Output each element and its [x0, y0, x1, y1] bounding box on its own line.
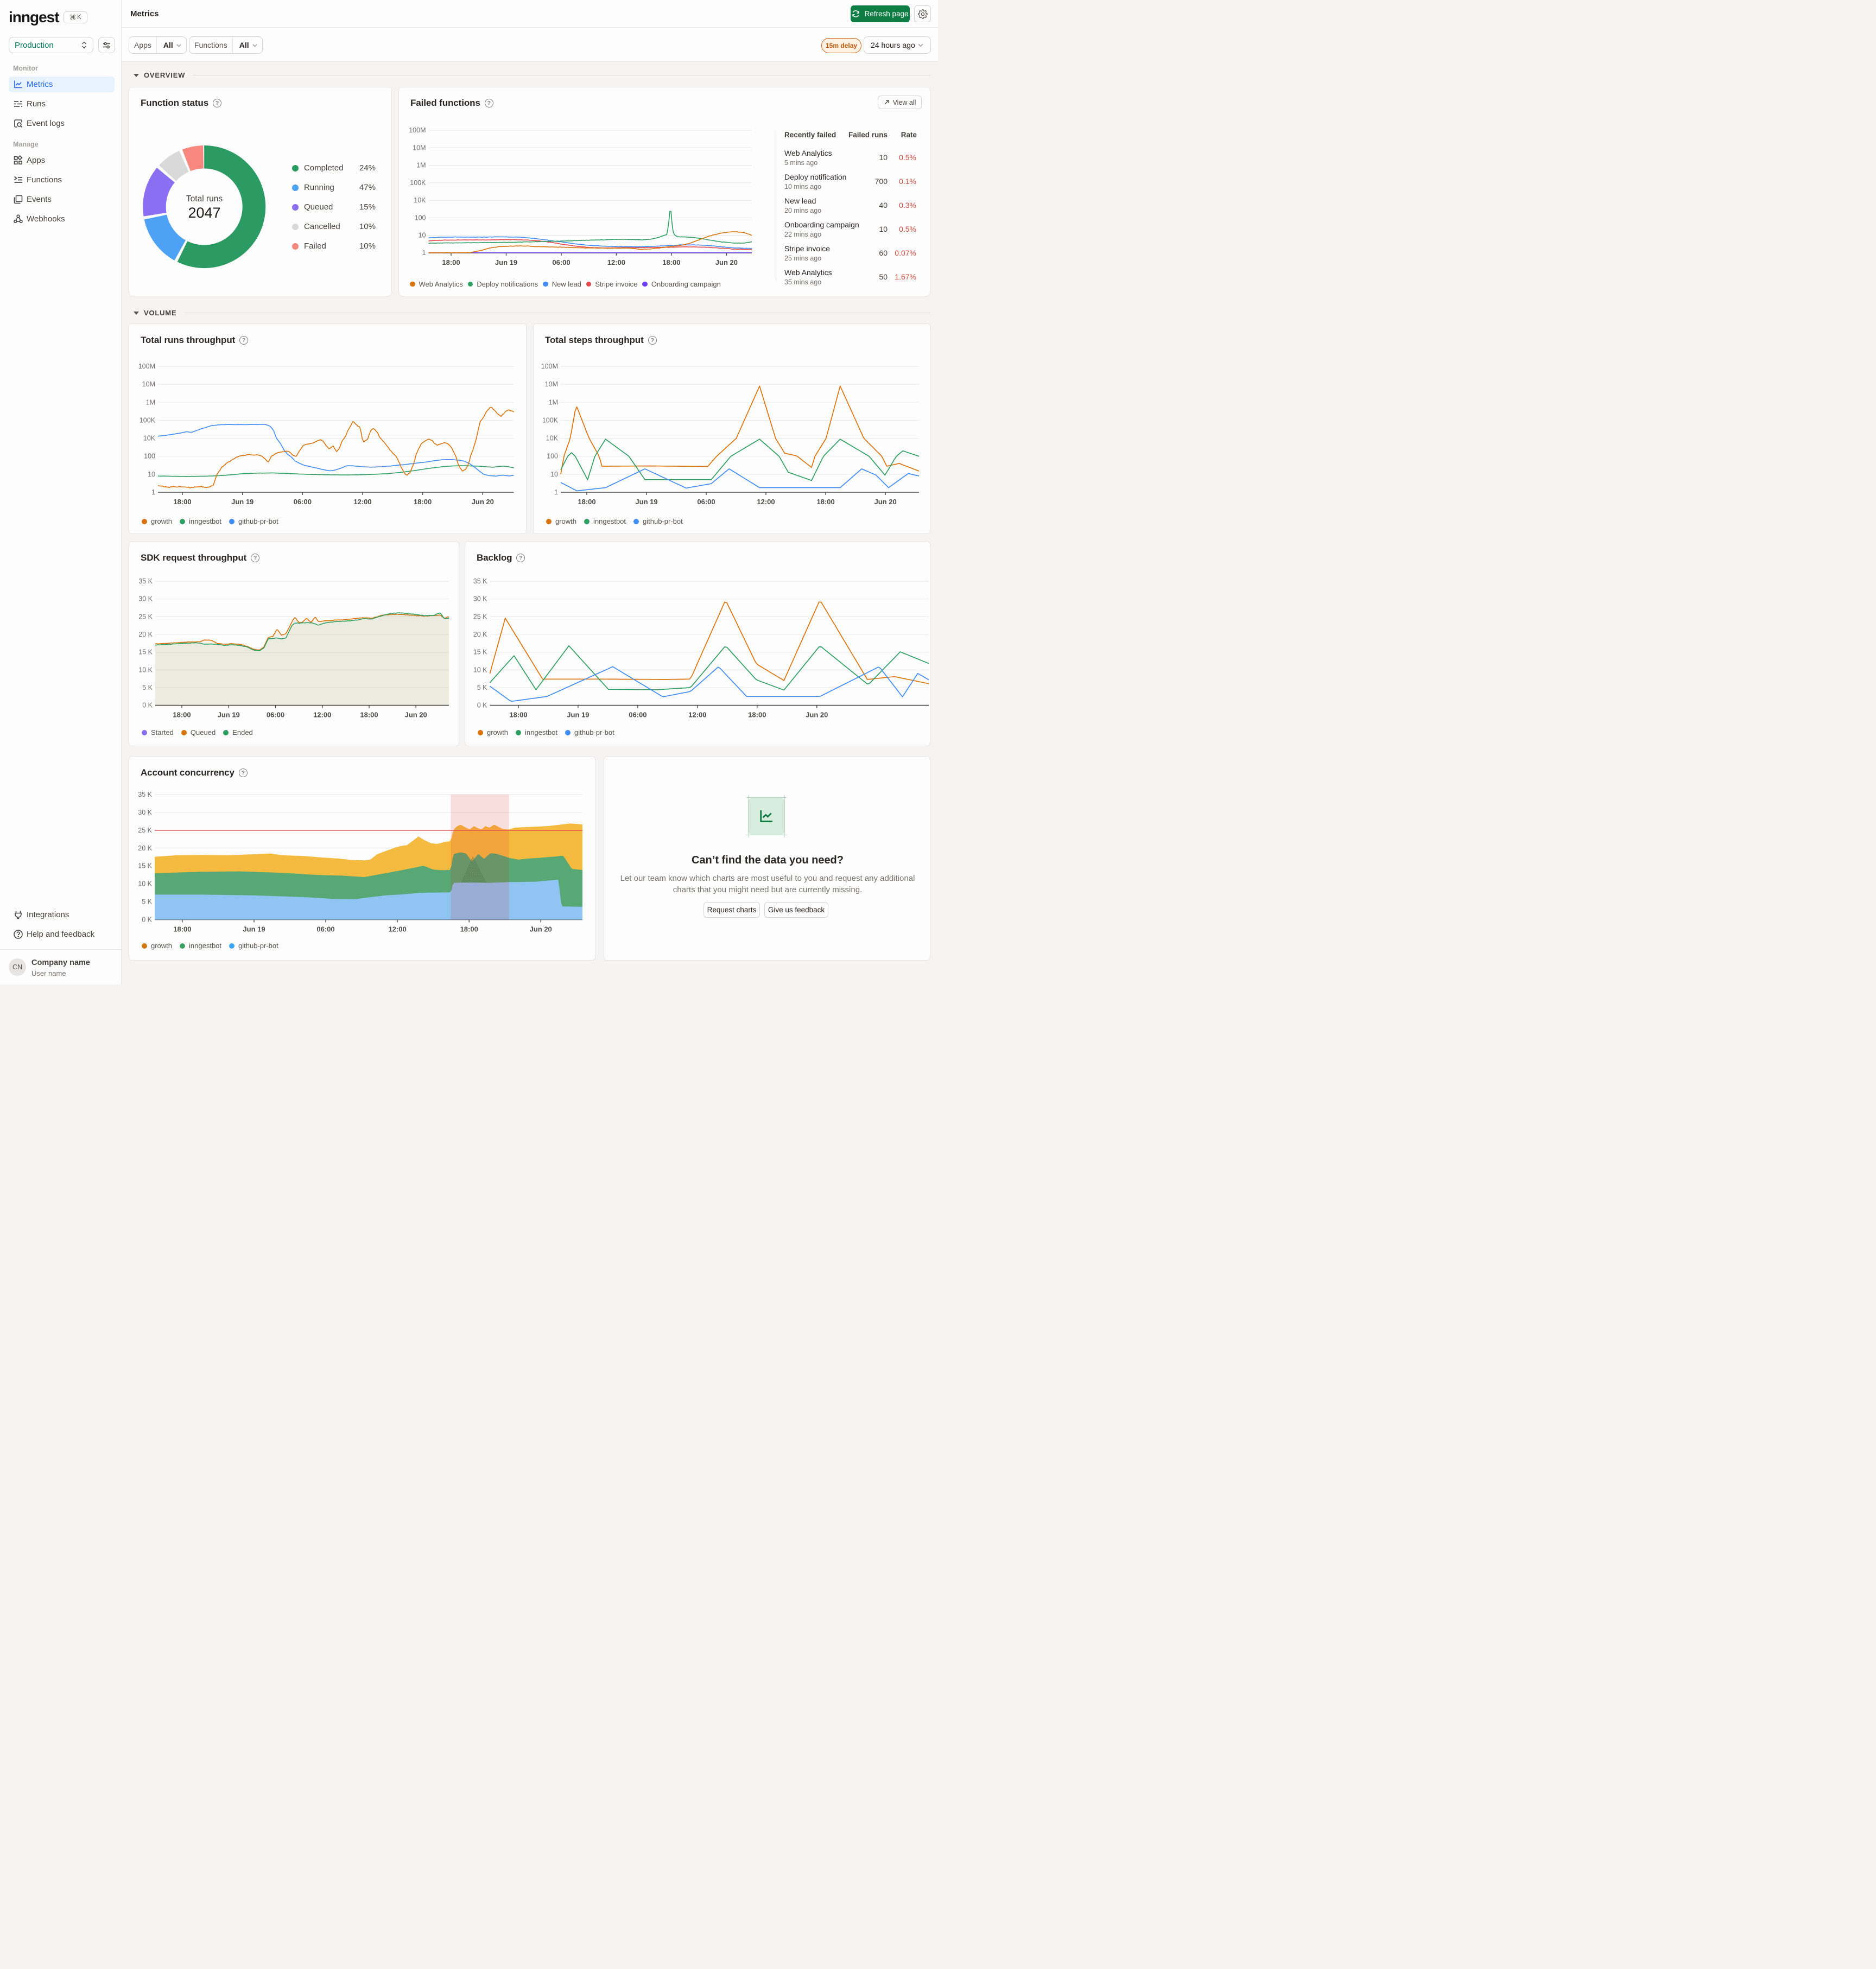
- svg-text:1: 1: [554, 488, 558, 496]
- svg-text:06:00: 06:00: [267, 711, 284, 719]
- svg-text:10M: 10M: [413, 144, 426, 151]
- svg-text:10: 10: [148, 471, 155, 478]
- svg-text:100K: 100K: [542, 416, 559, 424]
- svg-text:18:00: 18:00: [173, 498, 191, 506]
- svg-text:Jun 19: Jun 19: [567, 711, 589, 719]
- svg-text:12:00: 12:00: [757, 498, 775, 506]
- svg-text:10M: 10M: [545, 380, 558, 388]
- svg-text:30 K: 30 K: [473, 595, 487, 603]
- svg-text:Jun 20: Jun 20: [715, 258, 738, 266]
- svg-text:12:00: 12:00: [353, 498, 371, 506]
- svg-text:Jun 20: Jun 20: [472, 498, 494, 506]
- svg-text:15 K: 15 K: [473, 649, 487, 656]
- svg-text:06:00: 06:00: [552, 258, 570, 266]
- svg-text:18:00: 18:00: [460, 925, 478, 933]
- svg-text:10 K: 10 K: [473, 666, 487, 674]
- svg-text:20 K: 20 K: [138, 844, 152, 852]
- svg-text:12:00: 12:00: [607, 258, 625, 266]
- svg-text:06:00: 06:00: [316, 925, 334, 933]
- svg-text:10 K: 10 K: [138, 666, 153, 674]
- svg-text:Jun 20: Jun 20: [806, 711, 828, 719]
- svg-text:1M: 1M: [146, 398, 155, 406]
- svg-text:18:00: 18:00: [816, 498, 834, 506]
- svg-text:20 K: 20 K: [473, 631, 487, 638]
- svg-text:0 K: 0 K: [477, 702, 487, 709]
- svg-text:100M: 100M: [409, 126, 426, 134]
- svg-text:35 K: 35 K: [138, 577, 153, 585]
- svg-text:15 K: 15 K: [138, 862, 152, 870]
- svg-text:18:00: 18:00: [360, 711, 378, 719]
- svg-text:100K: 100K: [410, 179, 426, 187]
- svg-text:30 K: 30 K: [138, 595, 153, 603]
- svg-text:5 K: 5 K: [142, 898, 152, 906]
- svg-text:18:00: 18:00: [414, 498, 432, 506]
- svg-text:18:00: 18:00: [442, 258, 460, 266]
- svg-text:18:00: 18:00: [509, 711, 527, 719]
- svg-text:18:00: 18:00: [578, 498, 595, 506]
- svg-text:Jun 19: Jun 19: [635, 498, 657, 506]
- svg-text:12:00: 12:00: [388, 925, 406, 933]
- svg-text:100: 100: [144, 453, 155, 460]
- svg-text:25 K: 25 K: [138, 613, 153, 620]
- svg-text:Jun 19: Jun 19: [218, 711, 240, 719]
- svg-text:100: 100: [547, 453, 558, 460]
- svg-text:1: 1: [422, 249, 426, 257]
- svg-text:5 K: 5 K: [477, 684, 487, 691]
- svg-text:100K: 100K: [140, 416, 156, 424]
- svg-text:Jun 19: Jun 19: [231, 498, 253, 506]
- svg-text:20 K: 20 K: [138, 631, 153, 638]
- svg-text:10K: 10K: [546, 435, 559, 442]
- svg-text:25 K: 25 K: [138, 827, 152, 834]
- svg-text:1: 1: [151, 488, 155, 496]
- svg-text:12:00: 12:00: [688, 711, 706, 719]
- svg-text:18:00: 18:00: [748, 711, 766, 719]
- svg-text:10 K: 10 K: [138, 880, 152, 888]
- svg-text:10: 10: [550, 471, 558, 478]
- svg-text:06:00: 06:00: [294, 498, 312, 506]
- svg-text:18:00: 18:00: [662, 258, 680, 266]
- svg-text:100M: 100M: [138, 363, 155, 370]
- svg-text:Jun 20: Jun 20: [530, 925, 552, 933]
- svg-text:25 K: 25 K: [473, 613, 487, 620]
- svg-text:10K: 10K: [414, 196, 426, 204]
- svg-text:Jun 19: Jun 19: [243, 925, 265, 933]
- svg-text:10K: 10K: [143, 435, 156, 442]
- svg-text:100: 100: [415, 214, 426, 221]
- svg-text:30 K: 30 K: [138, 809, 152, 816]
- svg-text:06:00: 06:00: [697, 498, 715, 506]
- svg-text:Jun 20: Jun 20: [405, 711, 427, 719]
- svg-text:0 K: 0 K: [142, 702, 153, 709]
- svg-text:10: 10: [419, 232, 426, 239]
- svg-text:35 K: 35 K: [138, 791, 152, 798]
- svg-text:Jun 20: Jun 20: [874, 498, 897, 506]
- svg-text:1M: 1M: [549, 398, 558, 406]
- svg-text:06:00: 06:00: [629, 711, 647, 719]
- svg-text:10M: 10M: [142, 380, 155, 388]
- svg-text:0 K: 0 K: [142, 916, 152, 924]
- svg-text:Jun 19: Jun 19: [495, 258, 517, 266]
- svg-text:100M: 100M: [541, 363, 558, 370]
- svg-text:15 K: 15 K: [138, 649, 153, 656]
- svg-text:18:00: 18:00: [173, 711, 191, 719]
- svg-text:1M: 1M: [416, 162, 426, 169]
- svg-text:5 K: 5 K: [142, 684, 153, 691]
- svg-text:35 K: 35 K: [473, 577, 487, 585]
- svg-text:18:00: 18:00: [173, 925, 191, 933]
- svg-text:12:00: 12:00: [313, 711, 331, 719]
